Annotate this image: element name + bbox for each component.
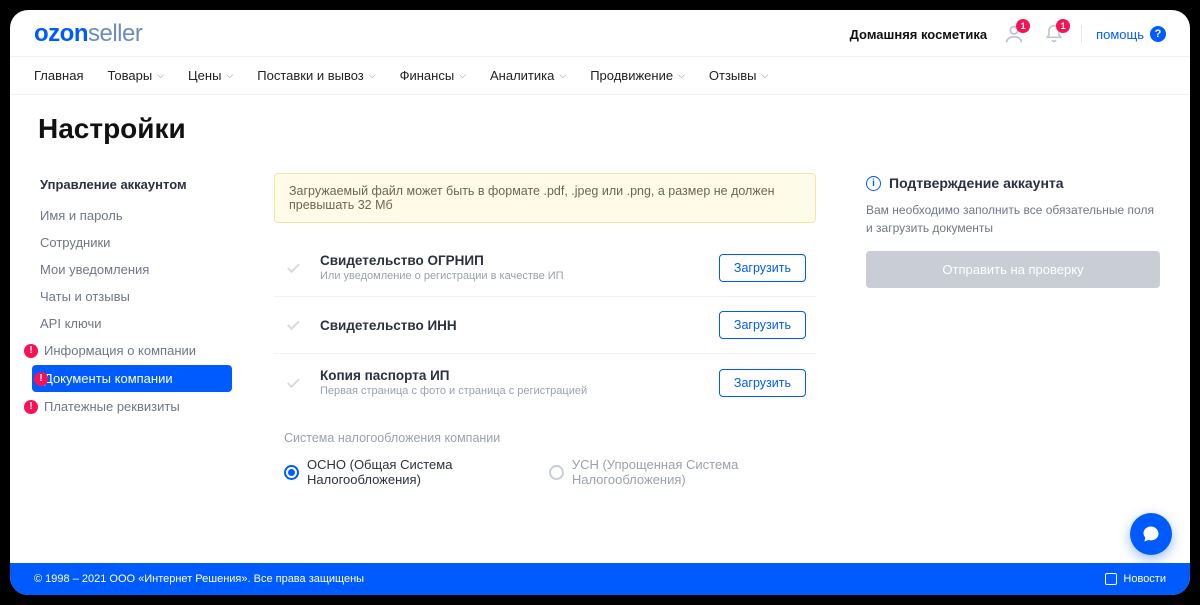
sidebar-item-label: Информация о компании [44,343,196,358]
doc-title: Свидетельство ОГРНИП [320,253,719,268]
news-label: Новости [1123,573,1166,585]
upload-button[interactable]: Загрузить [719,369,806,397]
separator [1081,25,1082,43]
main-panel: Загружаемый файл может быть в формате .p… [256,159,834,563]
chevron-down-icon: ⌵ [678,70,685,81]
help-link[interactable]: помощь ? [1096,26,1166,42]
sidebar-item-0[interactable]: Имя и пароль [22,202,242,229]
tax-option-label: УСН (Упрощенная Система Налогообложения) [572,457,816,487]
upload-button[interactable]: Загрузить [719,311,806,339]
tax-system-label: Система налогообложения компании [284,431,816,445]
sidebar: Управление аккаунтом Имя и пароль Сотрудн… [22,159,242,563]
upload-alert: Загружаемый файл может быть в формате .p… [274,173,816,223]
info-icon: i [866,176,881,191]
avatar-icon[interactable]: 1 [1001,21,1027,47]
doc-row-0: Свидетельство ОГРНИП Или уведомление о ре… [274,239,816,297]
right-panel-text: Вам необходимо заполнить все обязательны… [866,201,1160,237]
warning-icon: ! [24,400,38,414]
tax-option-1[interactable]: УСН (Упрощенная Система Налогообложения) [549,457,816,487]
doc-title: Копия паспорта ИП [320,368,719,383]
submit-button[interactable]: Отправить на проверку [866,251,1160,288]
check-icon [284,316,302,334]
sidebar-item-1[interactable]: Сотрудники [22,229,242,256]
nav-item-2[interactable]: Цены⌵ [188,57,233,94]
sidebar-item-3[interactable]: Чаты и отзывы [22,283,242,310]
doc-subtitle: Первая страница с фото и страница с реги… [320,385,719,397]
sidebar-item-label: Мои уведомления [40,262,149,277]
radio-icon [284,465,299,480]
right-panel-title-text: Подтверждение аккаунта [889,175,1064,191]
bell-badge: 1 [1056,19,1070,33]
sidebar-item-label: API ключи [40,316,101,331]
nav-item-7[interactable]: Отзывы⌵ [709,57,768,94]
doc-row-1: Свидетельство ИННЗагрузить [274,297,816,354]
chat-fab[interactable] [1130,513,1172,555]
sidebar-item-4[interactable]: API ключи [22,310,242,337]
help-icon: ? [1150,26,1166,42]
news-icon [1105,573,1117,585]
nav-item-1[interactable]: Товары⌵ [107,57,164,94]
check-icon [284,259,302,277]
news-link[interactable]: Новости [1105,573,1166,585]
tax-option-0[interactable]: ОСНО (Общая Система Налогообложения) [284,457,533,487]
nav-item-3[interactable]: Поставки и вывоз⌵ [257,57,375,94]
logo-seller: seller [88,20,142,47]
nav-item-4[interactable]: Финансы⌵ [400,57,466,94]
tax-option-label: ОСНО (Общая Система Налогообложения) [307,457,533,487]
sidebar-item-label: Чаты и отзывы [40,289,130,304]
main-nav: Главная Товары⌵ Цены⌵ Поставки и вывоз⌵ Фина… [10,56,1190,95]
sidebar-item-7[interactable]: ! Платежные реквизиты [22,393,242,420]
logo[interactable]: ozonseller [34,20,142,48]
right-panel-title: i Подтверждение аккаунта [866,175,1160,191]
upload-button[interactable]: Загрузить [719,254,806,282]
sidebar-title: Управление аккаунтом [22,173,242,202]
help-label: помощь [1096,27,1144,42]
warning-icon: ! [24,344,38,358]
doc-row-2: Копия паспорта ИП Первая страница с фото … [274,354,816,411]
right-panel: i Подтверждение аккаунта Вам необходимо … [848,159,1178,563]
chevron-down-icon: ⌵ [459,70,466,81]
chevron-down-icon: ⌵ [762,70,769,81]
sidebar-item-2[interactable]: Мои уведомления [22,256,242,283]
nav-item-0[interactable]: Главная [34,57,83,94]
chevron-down-icon: ⌵ [157,70,164,81]
sidebar-item-label: Платежные реквизиты [44,399,180,414]
nav-item-5[interactable]: Аналитика⌵ [490,57,566,94]
chevron-down-icon: ⌵ [559,70,566,81]
warning-icon: ! [34,372,48,386]
sidebar-item-label: Документы компании [44,371,173,386]
chevron-down-icon: ⌵ [369,70,376,81]
nav-item-6[interactable]: Продвижение⌵ [590,57,685,94]
copyright: © 1998 – 2021 ООО «Интернет Решения». Вс… [34,573,364,585]
bell-icon[interactable]: 1 [1041,21,1067,47]
sidebar-item-6[interactable]: !Документы компании [32,365,232,392]
chevron-down-icon: ⌵ [226,70,233,81]
sidebar-item-5[interactable]: ! Информация о компании [22,337,242,364]
page-title: Настройки [10,95,1190,159]
logo-ozon: ozon [34,20,88,47]
radio-icon [549,465,564,480]
doc-title: Свидетельство ИНН [320,318,719,333]
avatar-badge: 1 [1016,19,1030,33]
footer: © 1998 – 2021 ООО «Интернет Решения». Вс… [10,563,1190,595]
doc-subtitle: Или уведомление о регистрации в качестве… [320,270,719,282]
sidebar-item-label: Имя и пароль [40,208,123,223]
sidebar-item-label: Сотрудники [40,235,110,250]
company-name: Домашняя косметика [850,27,987,42]
check-icon [284,374,302,392]
